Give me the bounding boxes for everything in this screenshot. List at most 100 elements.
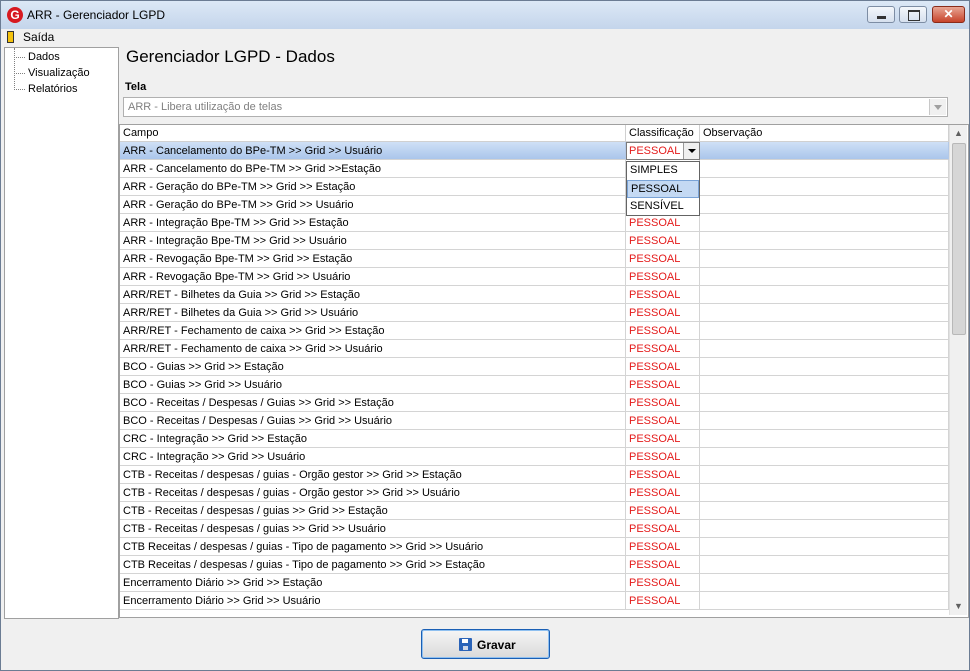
cell-classificacao[interactable]: PESSOAL: [626, 520, 700, 538]
cell-classificacao[interactable]: PESSOAL: [626, 430, 700, 448]
table-row[interactable]: BCO - Receitas / Despesas / Guias >> Gri…: [120, 394, 949, 412]
cell-observacao[interactable]: [700, 196, 949, 214]
table-row[interactable]: ARR - Revogação Bpe-TM >> Grid >> Estaçã…: [120, 250, 949, 268]
cell-observacao[interactable]: [700, 538, 949, 556]
cell-campo[interactable]: Encerramento Diário >> Grid >> Estação: [120, 574, 626, 592]
scrollbar-thumb[interactable]: [952, 143, 966, 335]
cell-observacao[interactable]: [700, 430, 949, 448]
cell-classificacao[interactable]: PESSOAL: [626, 376, 700, 394]
cell-campo[interactable]: BCO - Receitas / Despesas / Guias >> Gri…: [120, 412, 626, 430]
cell-observacao[interactable]: [700, 160, 949, 178]
table-row[interactable]: Encerramento Diário >> Grid >> Estação PE…: [120, 574, 949, 592]
cell-classificacao[interactable]: PESSOAL: [626, 322, 700, 340]
table-row[interactable]: ARR/RET - Fechamento de caixa >> Grid >>…: [120, 340, 949, 358]
cell-observacao[interactable]: [700, 394, 949, 412]
cell-observacao[interactable]: [700, 574, 949, 592]
cell-campo[interactable]: CTB - Receitas / despesas / guias >> Gri…: [120, 502, 626, 520]
cell-observacao[interactable]: [700, 502, 949, 520]
table-row[interactable]: BCO - Guias >> Grid >> Usuário PESSOAL: [120, 376, 949, 394]
cell-observacao[interactable]: [700, 286, 949, 304]
chevron-down-icon[interactable]: [929, 99, 946, 115]
menu-exit[interactable]: Saída: [23, 30, 54, 44]
cell-observacao[interactable]: [700, 250, 949, 268]
cell-observacao[interactable]: [700, 592, 949, 610]
cell-observacao[interactable]: [700, 466, 949, 484]
table-row[interactable]: CTB - Receitas / despesas / guias >> Gri…: [120, 520, 949, 538]
cell-classificacao[interactable]: PESSOAL: [626, 394, 700, 412]
cell-observacao[interactable]: [700, 268, 949, 286]
save-button[interactable]: Gravar: [421, 629, 550, 659]
cell-campo[interactable]: ARR - Revogação Bpe-TM >> Grid >> Estaçã…: [120, 250, 626, 268]
cell-classificacao[interactable]: PESSOAL: [626, 214, 700, 232]
table-row[interactable]: ARR - Geração do BPe-TM >> Grid >> Estaç…: [120, 178, 949, 196]
table-row[interactable]: CTB - Receitas / despesas / guias >> Gri…: [120, 502, 949, 520]
cell-classificacao[interactable]: PESSOAL: [626, 448, 700, 466]
cell-campo[interactable]: CTB - Receitas / despesas / guias - Orgã…: [120, 484, 626, 502]
cell-observacao[interactable]: [700, 358, 949, 376]
cell-observacao[interactable]: [700, 448, 949, 466]
table-row[interactable]: Encerramento Diário >> Grid >> Usuário PE…: [120, 592, 949, 610]
cell-observacao[interactable]: [700, 556, 949, 574]
cell-campo[interactable]: CTB - Receitas / despesas / guias >> Gri…: [120, 520, 626, 538]
cell-observacao[interactable]: [700, 376, 949, 394]
cell-campo[interactable]: ARR - Cancelamento do BPe-TM >> Grid >>E…: [120, 160, 626, 178]
cell-classificacao[interactable]: PESSOAL: [626, 502, 700, 520]
table-row[interactable]: ARR - Revogação Bpe-TM >> Grid >> Usuári…: [120, 268, 949, 286]
dropdown-option-pessoal[interactable]: PESSOAL: [627, 180, 699, 198]
column-header-classificacao[interactable]: Classificação: [626, 125, 700, 142]
table-row[interactable]: ARR/RET - Bilhetes da Guia >> Grid >> Es…: [120, 286, 949, 304]
cell-classificacao[interactable]: PESSOAL: [626, 358, 700, 376]
cell-classificacao[interactable]: PESSOAL: [626, 574, 700, 592]
cell-observacao[interactable]: [700, 142, 949, 160]
cell-observacao[interactable]: [700, 304, 949, 322]
cell-observacao[interactable]: [700, 412, 949, 430]
table-row[interactable]: ARR - Cancelamento do BPe-TM >> Grid >> …: [120, 142, 949, 160]
title-bar[interactable]: G ARR - Gerenciador LGPD ✕: [1, 1, 969, 29]
cell-campo[interactable]: ARR - Geração do BPe-TM >> Grid >> Usuár…: [120, 196, 626, 214]
table-row[interactable]: ARR - Integração Bpe-TM >> Grid >> Usuár…: [120, 232, 949, 250]
cell-campo[interactable]: Encerramento Diário >> Grid >> Usuário: [120, 592, 626, 610]
dropdown-option-simples[interactable]: SIMPLES: [627, 162, 699, 180]
cell-classificacao[interactable]: PESSOAL: [626, 232, 700, 250]
cell-campo[interactable]: ARR - Integração Bpe-TM >> Grid >> Usuár…: [120, 232, 626, 250]
cell-observacao[interactable]: [700, 214, 949, 232]
cell-classificacao[interactable]: PESSOAL: [626, 286, 700, 304]
table-row[interactable]: CTB Receitas / despesas / guias - Tipo d…: [120, 556, 949, 574]
cell-campo[interactable]: ARR/RET - Bilhetes da Guia >> Grid >> Es…: [120, 286, 626, 304]
table-row[interactable]: CRC - Integração >> Grid >> Estação PESSO…: [120, 430, 949, 448]
cell-campo[interactable]: ARR - Integração Bpe-TM >> Grid >> Estaç…: [120, 214, 626, 232]
cell-campo[interactable]: CRC - Integração >> Grid >> Usuário: [120, 448, 626, 466]
cell-campo[interactable]: ARR - Revogação Bpe-TM >> Grid >> Usuári…: [120, 268, 626, 286]
table-row[interactable]: ARR - Cancelamento do BPe-TM >> Grid >>E…: [120, 160, 949, 178]
cell-campo[interactable]: CTB Receitas / despesas / guias - Tipo d…: [120, 538, 626, 556]
vertical-scrollbar[interactable]: ▲ ▼: [949, 125, 967, 615]
cell-campo[interactable]: ARR - Cancelamento do BPe-TM >> Grid >> …: [120, 142, 626, 160]
table-row[interactable]: BCO - Receitas / Despesas / Guias >> Gri…: [120, 412, 949, 430]
cell-classificacao[interactable]: PESSOAL: [626, 304, 700, 322]
table-row[interactable]: CRC - Integração >> Grid >> Usuário PESSO…: [120, 448, 949, 466]
cell-campo[interactable]: CTB - Receitas / despesas / guias - Orgã…: [120, 466, 626, 484]
cell-campo[interactable]: CTB Receitas / despesas / guias - Tipo d…: [120, 556, 626, 574]
table-row[interactable]: ARR - Geração do BPe-TM >> Grid >> Usuár…: [120, 196, 949, 214]
cell-classificacao[interactable]: PESSOAL: [626, 538, 700, 556]
cell-classificacao[interactable]: PESSOAL: [626, 412, 700, 430]
table-row[interactable]: CTB - Receitas / despesas / guias - Orgã…: [120, 466, 949, 484]
table-row[interactable]: CTB Receitas / despesas / guias - Tipo d…: [120, 538, 949, 556]
dropdown-option-sensivel[interactable]: SENSÍVEL: [627, 198, 699, 216]
scroll-up-icon[interactable]: ▲: [950, 125, 967, 142]
exit-door-icon[interactable]: [7, 31, 14, 43]
cell-classificacao[interactable]: PESSOAL: [626, 268, 700, 286]
cell-observacao[interactable]: [700, 484, 949, 502]
cell-campo[interactable]: ARR/RET - Fechamento de caixa >> Grid >>…: [120, 322, 626, 340]
cell-classificacao[interactable]: PESSOAL: [626, 466, 700, 484]
cell-classificacao[interactable]: PESSOAL: [626, 556, 700, 574]
cell-classificacao[interactable]: PESSOAL: [626, 340, 700, 358]
cell-classificacao[interactable]: PESSOAL: [626, 592, 700, 610]
cell-campo[interactable]: BCO - Guias >> Grid >> Usuário: [120, 376, 626, 394]
cell-classificacao[interactable]: PESSOAL: [626, 484, 700, 502]
cell-campo[interactable]: ARR/RET - Fechamento de caixa >> Grid >>…: [120, 340, 626, 358]
tela-select[interactable]: ARR - Libera utilização de telas: [123, 97, 948, 117]
table-row[interactable]: ARR/RET - Bilhetes da Guia >> Grid >> Us…: [120, 304, 949, 322]
classification-combo[interactable]: PESSOAL: [626, 142, 700, 160]
minimize-button[interactable]: [867, 6, 895, 23]
